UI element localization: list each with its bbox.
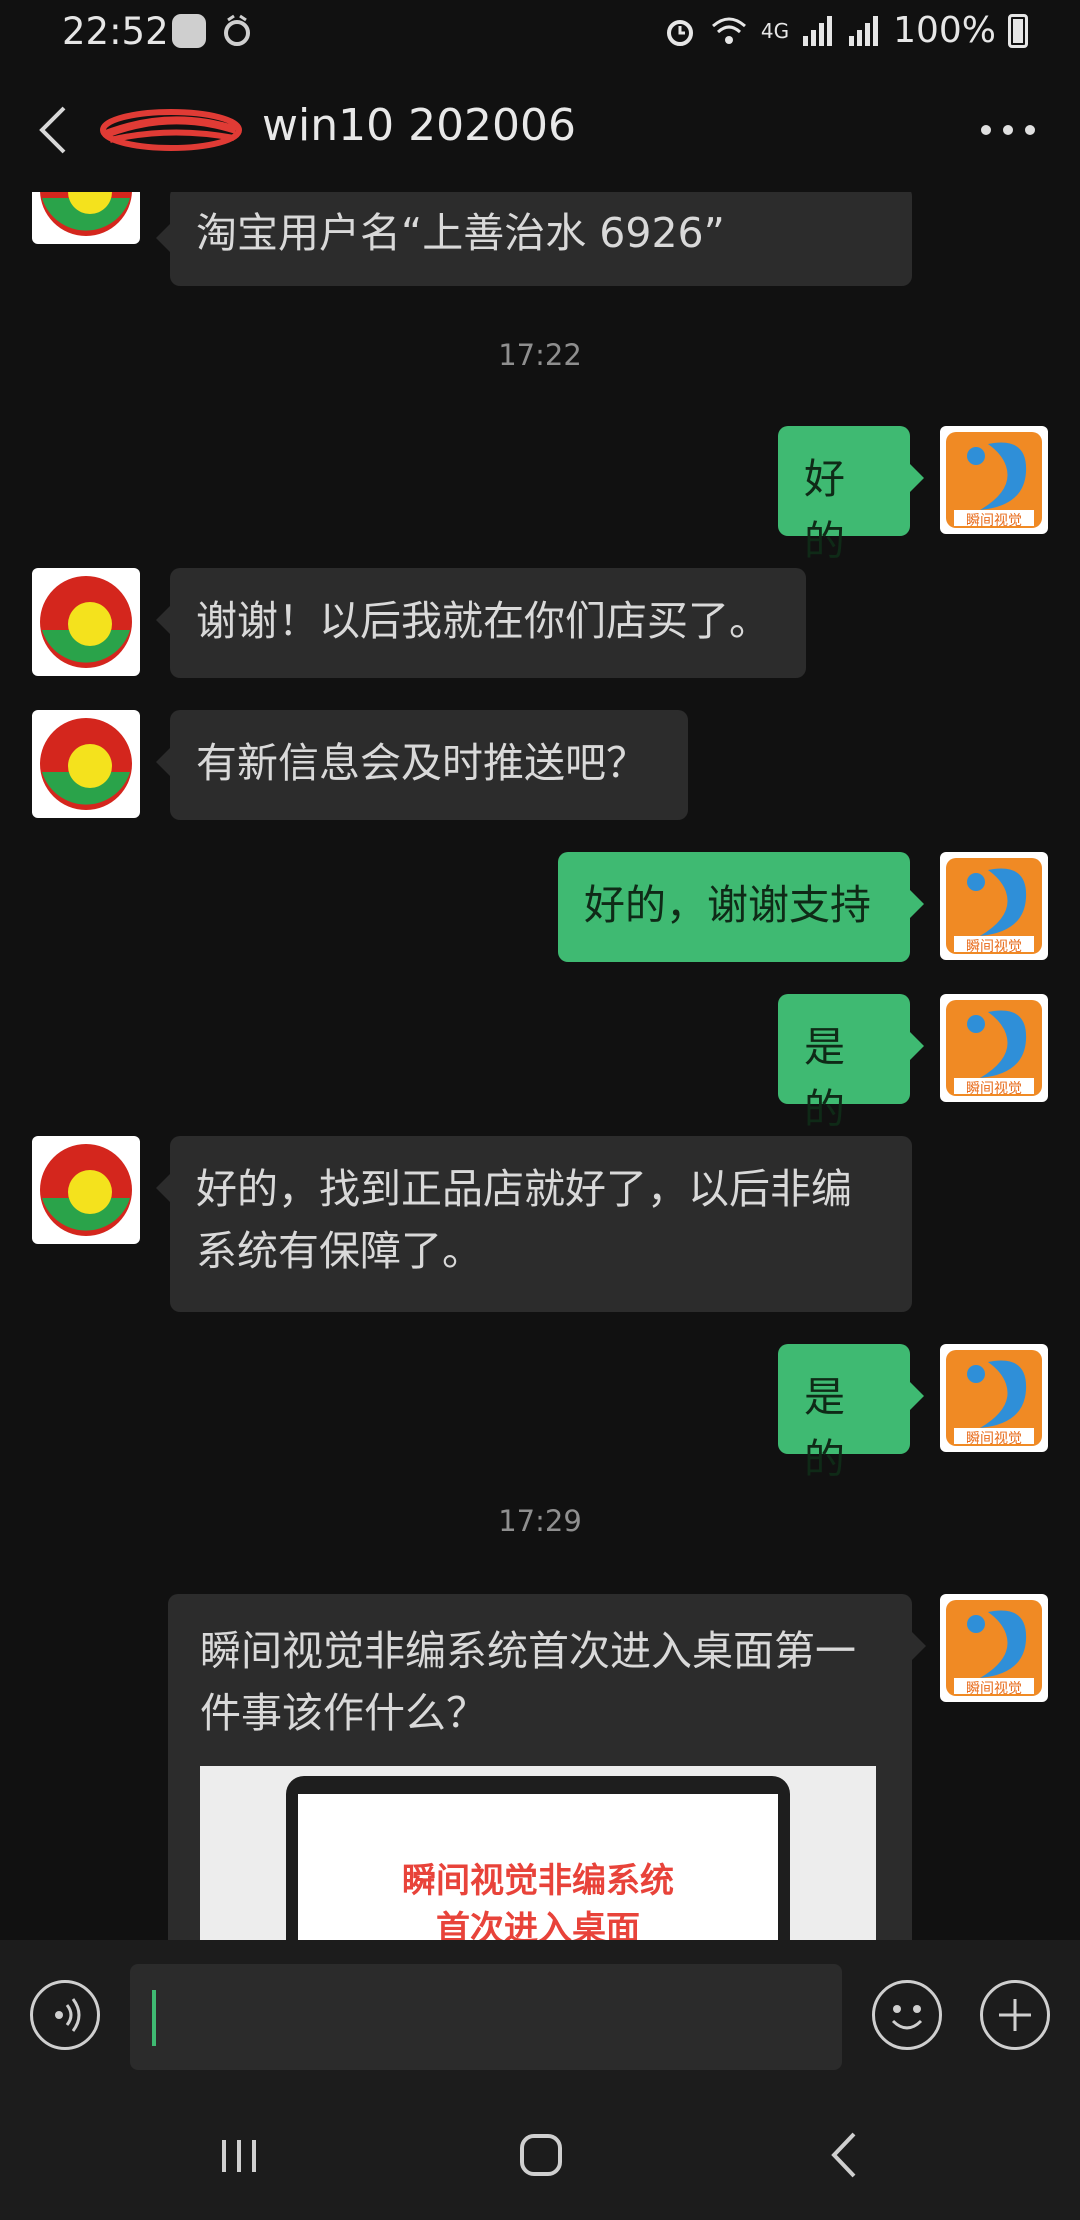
recents-icon[interactable] [204, 2120, 274, 2190]
message-list[interactable]: 淘宝用户名“上善治水 6926” 17:22 好的 瞬间视觉 谢谢！以后我就在你… [0, 192, 1080, 1940]
wifi-icon [711, 17, 746, 44]
status-bar: 22:52 4G 100% [0, 0, 1080, 66]
message-bubble-incoming[interactable]: 好的，找到正品店就好了，以后非编 系统有保障了。 [156, 1136, 912, 1312]
avatar-label: 瞬间视觉 [966, 1431, 1022, 1447]
battery-icon [1008, 13, 1028, 48]
redacted-name-scribble [100, 109, 242, 151]
shared-article-card[interactable]: 瞬间视觉非编系统首次进入桌面第一件事该作什么？ 瞬间视觉非编系统 首次进入桌面 [168, 1594, 926, 1940]
card-thumbnail: 瞬间视觉非编系统 首次进入桌面 [200, 1766, 876, 1940]
my-avatar[interactable]: 瞬间视觉 [940, 1594, 1048, 1702]
thumbnail-text-line-2: 首次进入桌面 [436, 1909, 640, 1940]
message-bubble-incoming[interactable]: 有新信息会及时推送吧？ [156, 710, 688, 820]
thumbnail-monitor: 瞬间视觉非编系统 首次进入桌面 [286, 1776, 790, 1940]
avatar-label: 瞬间视觉 [966, 1681, 1022, 1697]
my-avatar[interactable]: 瞬间视觉 [940, 852, 1048, 960]
contact-avatar[interactable] [32, 568, 140, 676]
system-nav-bar [0, 2090, 1080, 2220]
notification-icons [172, 14, 254, 48]
chat-title: win10 202006 [262, 100, 577, 151]
contact-avatar[interactable] [32, 1136, 140, 1244]
card-title: 瞬间视觉非编系统首次进入桌面第一件事该作什么？ [200, 1627, 856, 1737]
message-bubble-outgoing[interactable]: 好的 [778, 426, 924, 565]
message-timestamp: 17:22 [498, 338, 582, 372]
message-bubble-outgoing[interactable]: 是的 [778, 994, 924, 1133]
input-bar [0, 1940, 1080, 2090]
message-input[interactable] [130, 1964, 842, 2070]
network-type: 4G [760, 18, 790, 43]
home-icon[interactable] [506, 2120, 576, 2190]
text-caret [152, 1990, 156, 2046]
my-avatar[interactable]: 瞬间视觉 [940, 994, 1048, 1102]
avatar-label: 瞬间视觉 [966, 513, 1022, 529]
status-time: 22:52 [62, 10, 169, 53]
thumbnail-text-line-1: 瞬间视觉非编系统 [402, 1861, 674, 1901]
battery-percent: 100% [893, 10, 996, 51]
back-icon[interactable] [810, 2120, 880, 2190]
status-right: 4G 100% [663, 10, 1028, 51]
contact-avatar[interactable] [32, 192, 140, 244]
plus-icon[interactable] [980, 1980, 1050, 2050]
my-avatar[interactable]: 瞬间视觉 [940, 426, 1048, 534]
contact-avatar[interactable] [32, 710, 140, 818]
chat-header: win10 202006 [0, 66, 1080, 192]
alarm-notification-icon [224, 14, 250, 46]
signal-2-icon [849, 15, 879, 46]
avatar-label: 瞬间视觉 [966, 939, 1022, 955]
message-bubble-outgoing[interactable]: 好的，谢谢支持 [558, 852, 924, 962]
my-avatar[interactable]: 瞬间视觉 [940, 1344, 1048, 1452]
emoji-icon[interactable] [872, 1980, 942, 2050]
signal-icon [803, 15, 833, 46]
message-timestamp: 17:29 [498, 1504, 582, 1538]
chevron-left-icon[interactable] [32, 102, 80, 158]
voice-icon[interactable] [30, 1980, 100, 2050]
more-horizontal-icon[interactable] [976, 114, 1040, 146]
message-bubble-outgoing[interactable]: 是的 [778, 1344, 924, 1483]
notification-app-icon [172, 14, 206, 48]
message-bubble-incoming[interactable]: 淘宝用户名“上善治水 6926” [156, 192, 912, 286]
avatar-label: 瞬间视觉 [966, 1081, 1022, 1097]
message-bubble-incoming[interactable]: 谢谢！以后我就在你们店买了。 [156, 568, 806, 678]
alarm-icon [666, 19, 693, 46]
